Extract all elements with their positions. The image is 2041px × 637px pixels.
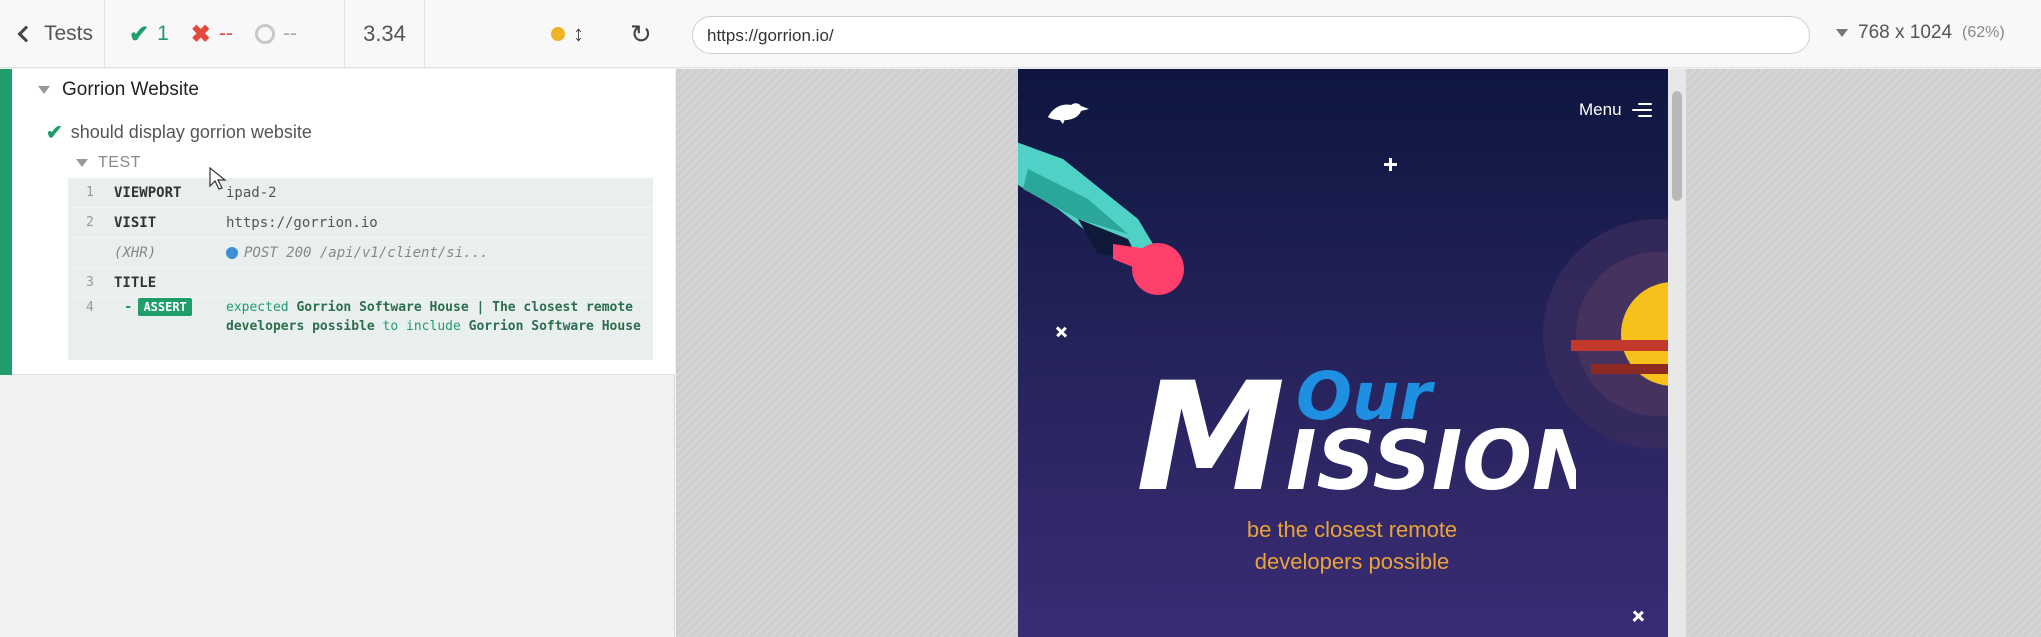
viewport-scale: (62%) [1962, 24, 2005, 41]
mission-heading: M Our ISSION [1136, 351, 1601, 525]
xhr-status-icon [226, 247, 238, 259]
test-stats: ✔ 1 ✖ -- -- [105, 0, 345, 68]
viewport-info[interactable]: 768 x 1024 (62%) [1836, 22, 2005, 44]
suite: Gorrion Website ✔ should display gorrion… [0, 69, 675, 375]
url-bar[interactable]: https://gorrion.io/ [692, 16, 1810, 54]
pending-circle-icon [254, 24, 275, 44]
assert-text: expected [226, 300, 289, 315]
pending-count: -- [282, 22, 297, 45]
x-icon: ✖ [190, 20, 211, 48]
test-section-label: TEST [98, 154, 141, 171]
command-name: TITLE [114, 275, 157, 291]
test-section-header[interactable]: TEST [76, 154, 141, 172]
suite-title-text: Gorrion Website [62, 79, 199, 100]
assert-message: expected Gorrion Software House | The cl… [226, 298, 646, 336]
heading-letter-m: M [1136, 359, 1285, 509]
command-number: 2 [86, 215, 94, 230]
command-message: POST 200 /api/v1/client/si... [226, 245, 488, 261]
check-icon: ✔ [46, 122, 63, 144]
reporter-panel: Gorrion Website ✔ should display gorrion… [0, 69, 675, 637]
comet-icon [1018, 142, 1184, 295]
star-icon [1055, 326, 1068, 338]
command-name: VIEWPORT [114, 185, 182, 201]
command-name: VISIT [114, 215, 157, 231]
command-message: ipad-2 [226, 185, 277, 201]
caret-down-icon [76, 159, 88, 167]
command-message: https://gorrion.io [226, 215, 378, 231]
runner-header: Tests ✔ 1 ✖ -- -- 3.34 ↕ ↻ https://gorri… [0, 0, 2041, 68]
mission-subtitle-line-2: developers possible [1254, 549, 1450, 574]
heading-mission-rest: ISSION [1286, 414, 1576, 509]
failed-stat: ✖ -- [191, 20, 233, 49]
mission-heading-art: M Our ISSION [1136, 351, 1601, 525]
command-number: 1 [86, 185, 94, 200]
caret-down-icon [1836, 29, 1848, 37]
chevron-left-icon [17, 25, 35, 43]
command-list: 1 VIEWPORT ipad-2 2 VISIT https://gorrio… [68, 178, 653, 360]
test-title-text: should display gorrion website [70, 122, 312, 142]
assert-expected: Gorrion Software House [468, 319, 641, 334]
duration: 3.34 [345, 0, 425, 68]
reload-icon[interactable]: ↻ [630, 19, 652, 50]
iframe-scrollbar[interactable] [1668, 69, 1686, 637]
mission-subtitle-line-1: be the closest remote [1246, 517, 1458, 542]
scrollbar-thumb[interactable] [1672, 91, 1682, 201]
command-number: 4 [86, 300, 94, 315]
command-number: 3 [86, 275, 94, 290]
passed-stat: ✔ 1 [129, 20, 169, 49]
assert-tag: - ASSERT [124, 298, 192, 316]
toggle-auto-scroll-icon[interactable]: ↕ [573, 21, 584, 47]
passed-count: 1 [157, 22, 169, 45]
tests-label: Tests [44, 22, 94, 45]
runner-controls: ↕ ↻ [425, 0, 680, 68]
command-row-xhr[interactable]: (XHR) POST 200 /api/v1/client/si... [68, 238, 653, 268]
command-row[interactable]: 1 VIEWPORT ipad-2 [68, 178, 653, 208]
command-row[interactable]: 2 VISIT https://gorrion.io [68, 208, 653, 238]
caret-down-icon [38, 86, 50, 94]
assert-dash: - [124, 299, 133, 315]
suite-status-bar [0, 69, 12, 375]
assert-text: to include [382, 319, 461, 334]
test-title[interactable]: ✔ should display gorrion website [46, 120, 312, 145]
viewport-size: 768 x 1024 [1858, 22, 1953, 43]
check-icon: ✔ [129, 20, 150, 48]
star-icon [1384, 158, 1397, 171]
star-icon [1632, 610, 1645, 623]
assert-badge: ASSERT [138, 298, 192, 316]
command-name: (XHR) [114, 245, 157, 261]
tests-button[interactable]: Tests [0, 0, 105, 68]
command-row-assert[interactable]: 4 - ASSERT expected Gorrion Software Hou… [68, 298, 653, 360]
app-iframe[interactable]: Menu M Our ISSION be the closest remote … [1018, 69, 1686, 637]
running-status-icon [551, 27, 565, 41]
suite-title[interactable]: Gorrion Website [38, 79, 199, 101]
xhr-message: POST 200 /api/v1/client/si... [244, 245, 489, 261]
command-row[interactable]: 3 TITLE [68, 268, 653, 298]
mouse-cursor-icon [209, 166, 227, 190]
pending-stat: -- [254, 22, 297, 46]
failed-count: -- [218, 22, 233, 45]
